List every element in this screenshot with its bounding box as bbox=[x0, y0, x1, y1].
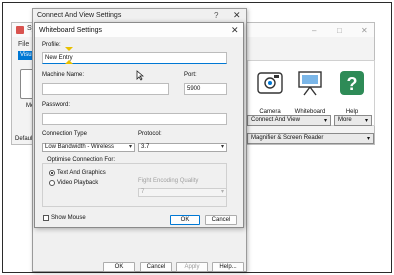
port-field[interactable]: 5900 bbox=[184, 83, 227, 95]
protocol-label: Protocol: bbox=[138, 131, 162, 137]
close-icon[interactable]: ✕ bbox=[233, 10, 241, 21]
camera-icon bbox=[257, 72, 283, 94]
password-field[interactable] bbox=[42, 113, 227, 125]
connect-and-view-dropdown[interactable]: Connect And View ▾ bbox=[247, 115, 331, 126]
video-playback-label: Video Playback bbox=[57, 180, 99, 186]
whiteboard-button[interactable]: Whiteboard bbox=[290, 65, 330, 119]
text-and-graphics-label: Text And Graphics bbox=[57, 170, 106, 176]
connection-type-label: Connection Type bbox=[42, 131, 87, 137]
whiteboard-titlebar: Whiteboard Settings ✕ bbox=[35, 23, 243, 37]
help-question-icon[interactable]: ? bbox=[214, 11, 218, 20]
chevron-down-icon: ▾ bbox=[128, 144, 132, 150]
whiteboard-icon bbox=[298, 71, 322, 96]
chevron-down-icon: ▾ bbox=[220, 144, 224, 150]
connection-type-value: Low Bandwidth - Wireless bbox=[45, 144, 115, 150]
chevron-down-icon: ▾ bbox=[364, 118, 368, 124]
connection-type-select[interactable]: Low Bandwidth - Wireless ▾ bbox=[42, 143, 135, 152]
frame-quality-label: Fight Encoding Quality bbox=[138, 178, 199, 184]
camera-button[interactable]: Camera bbox=[250, 65, 290, 119]
cancel-button[interactable]: Cancel bbox=[205, 215, 237, 225]
port-value: 5900 bbox=[187, 86, 201, 92]
close-icon[interactable]: ✕ bbox=[231, 25, 239, 36]
help-icon: ? bbox=[340, 71, 364, 95]
magnifier-screen-reader-dropdown[interactable]: Magnifier & Screen Reader ▾ bbox=[247, 133, 374, 144]
show-mouse-label: Show Mouse bbox=[51, 215, 86, 221]
connect-and-view-dropdown-label: Connect And View bbox=[251, 117, 300, 123]
whiteboard-dialog-title: Whiteboard Settings bbox=[39, 27, 103, 34]
show-mouse-checkbox[interactable] bbox=[43, 215, 49, 221]
menu-file[interactable]: File bbox=[18, 41, 29, 48]
machine-name-field[interactable] bbox=[42, 83, 169, 95]
cancel-button[interactable]: Cancel bbox=[140, 262, 172, 272]
chevron-down-icon: ▾ bbox=[323, 118, 327, 124]
frame-quality-value: 7 bbox=[141, 189, 145, 195]
ok-button[interactable]: OK bbox=[103, 262, 135, 272]
more-dropdown[interactable]: More ▾ bbox=[334, 115, 372, 126]
ok-button[interactable]: OK bbox=[170, 215, 200, 225]
whiteboard-settings-dialog: Whiteboard Settings ✕ Profile: New Entry… bbox=[34, 22, 244, 228]
connect-dialog-title: Connect And View Settings bbox=[37, 12, 122, 19]
chevron-down-icon: ▾ bbox=[220, 189, 224, 195]
more-dropdown-label: More bbox=[338, 117, 352, 123]
apply-button[interactable]: Apply bbox=[176, 262, 208, 272]
maximize-icon[interactable]: □ bbox=[337, 26, 342, 35]
app-logo-icon bbox=[16, 26, 24, 34]
minimize-icon[interactable]: – bbox=[312, 26, 316, 35]
password-label: Password: bbox=[42, 102, 71, 108]
radio-text-and-graphics[interactable] bbox=[49, 170, 55, 176]
help-button[interactable]: ? Help bbox=[332, 65, 372, 119]
radio-video-playback[interactable] bbox=[49, 180, 55, 186]
chevron-down-icon: ▾ bbox=[366, 136, 370, 142]
magnifier-dropdown-label: Magnifier & Screen Reader bbox=[251, 135, 324, 141]
close-icon[interactable]: ✕ bbox=[361, 26, 368, 35]
frame-quality-select[interactable]: 7 ▾ bbox=[138, 188, 227, 197]
machine-name-label: Machine Name: bbox=[42, 72, 85, 78]
screenshot-frame: Sy – □ ✕ File Visu Me Default Camera bbox=[2, 2, 392, 273]
protocol-select[interactable]: 3.7 ▾ bbox=[138, 143, 227, 152]
mouse-pointer-icon bbox=[136, 70, 144, 81]
port-label: Port: bbox=[184, 72, 197, 78]
svg-text:?: ? bbox=[347, 74, 358, 94]
protocol-value: 3.7 bbox=[141, 144, 150, 150]
help-button[interactable]: Help... bbox=[212, 262, 244, 272]
text-caret-marker-icon bbox=[65, 47, 73, 64]
profile-label: Profile: bbox=[42, 42, 61, 48]
